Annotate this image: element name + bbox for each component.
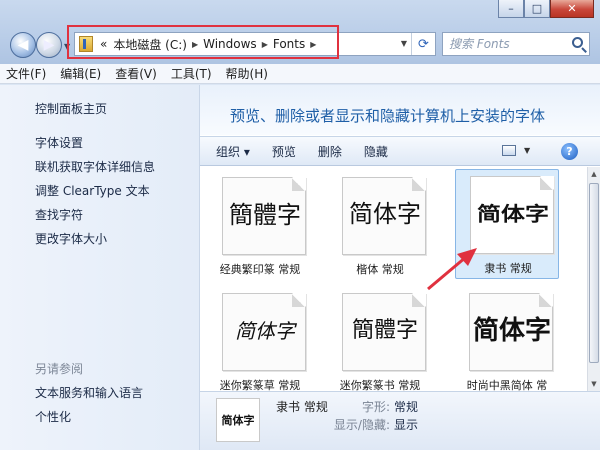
command-toolbar: 组织 ▾ 预览 删除 隐藏 ▼ ?: [200, 136, 600, 166]
style-label: 字形:: [361, 400, 390, 414]
font-document-icon: 簡體字: [222, 177, 306, 255]
font-name: 时尚中黑简体 常: [466, 379, 548, 391]
search-icon[interactable]: [572, 37, 583, 48]
menu-file[interactable]: 文件(F): [6, 65, 46, 82]
address-highlight-box: [67, 25, 339, 59]
refresh-icon: ⟳: [418, 36, 429, 52]
hide-button[interactable]: 隐藏: [364, 143, 388, 160]
font-document-icon: 簡體字: [342, 293, 426, 371]
delete-button[interactable]: 删除: [318, 143, 342, 160]
font-name: 迷你繁篆草 常规: [219, 379, 301, 391]
menu-bar: 文件(F) 编辑(E) 查看(V) 工具(T) 帮助(H): [0, 64, 600, 84]
sidebar-item-find-character[interactable]: 查找字符: [35, 206, 83, 223]
search-box[interactable]: [442, 32, 590, 56]
font-document-icon: 简体字: [469, 293, 553, 371]
preview-button[interactable]: 预览: [272, 143, 296, 160]
close-button[interactable]: ✕: [550, 0, 594, 18]
vertical-scrollbar[interactable]: ▲ ▼: [587, 167, 600, 391]
window-controls: – □ ✕: [498, 0, 594, 18]
selected-font-thumbnail: 简体字: [216, 398, 260, 442]
font-name: 隶书 常规: [484, 262, 532, 275]
sidebar-item-control-panel-home[interactable]: 控制面板主页: [35, 100, 107, 117]
search-input[interactable]: [449, 37, 567, 51]
font-sample: 简体字: [472, 316, 551, 346]
sidebar-item-font-info-online[interactable]: 联机获取字体详细信息: [35, 158, 155, 175]
arrow-right-icon: ▶: [43, 37, 55, 53]
sidebar: 控制面板主页 字体设置 联机获取字体详细信息 调整 ClearType 文本 查…: [0, 85, 200, 450]
font-document-icon: 简体字: [222, 293, 306, 371]
font-tile-selected[interactable]: 简体字 隶书 常规: [455, 169, 559, 279]
address-dropdown-icon[interactable]: ▼: [401, 39, 407, 48]
font-name: 楷体 常规: [356, 263, 404, 276]
main-pane: 预览、删除或者显示和隐藏计算机上安装的字体 组织 ▾ 预览 删除 隐藏 ▼ ? …: [200, 85, 600, 450]
page-title: 预览、删除或者显示和隐藏计算机上安装的字体: [230, 107, 546, 125]
sidebar-item-font-settings[interactable]: 字体设置: [35, 134, 83, 151]
view-options-dropdown-icon[interactable]: ▼: [524, 146, 530, 155]
back-button[interactable]: ◀: [10, 32, 36, 58]
sidebar-item-change-font-size[interactable]: 更改字体大小: [35, 230, 107, 247]
font-document-icon: 简体字: [470, 176, 554, 254]
menu-tools[interactable]: 工具(T): [171, 65, 212, 82]
font-sample: 簡體字: [351, 318, 418, 343]
font-tile[interactable]: 简体字 时尚中黑简体 常: [455, 287, 559, 391]
font-tile[interactable]: 簡體字 经典繁印篆 常规: [208, 171, 312, 281]
organize-button[interactable]: 组织 ▾: [216, 143, 250, 160]
thumbnail-sample: 简体字: [221, 414, 255, 427]
sidebar-item-personalization[interactable]: 个性化: [35, 408, 71, 425]
menu-help[interactable]: 帮助(H): [226, 65, 268, 82]
see-also-heading: 另请参阅: [35, 362, 84, 376]
sidebar-item-cleartype[interactable]: 调整 ClearType 文本: [35, 182, 150, 199]
font-tile[interactable]: 簡體字 迷你繁篆书 常规: [328, 287, 432, 391]
visibility-value: 显示: [394, 418, 419, 432]
style-value: 常规: [394, 400, 419, 414]
font-document-icon: 简体字: [342, 177, 426, 255]
font-sample: 简体字: [477, 202, 549, 226]
help-button[interactable]: ?: [561, 143, 578, 160]
font-name: 经典繁印篆 常规: [219, 263, 301, 276]
menu-edit[interactable]: 编辑(E): [60, 65, 101, 82]
arrow-left-icon: ◀: [17, 37, 29, 53]
font-grid: 簡體字 经典繁印篆 常规 简体字 楷体 常规 简体字 隶书 常规 简体字 迷你繁…: [200, 167, 587, 391]
scrollbar-thumb[interactable]: [589, 183, 599, 363]
change-view-icon[interactable]: [502, 145, 516, 156]
menu-view[interactable]: 查看(V): [115, 65, 157, 82]
forward-button[interactable]: ▶: [36, 32, 62, 58]
scroll-up-icon[interactable]: ▲: [588, 167, 600, 181]
minimize-button[interactable]: –: [498, 0, 524, 18]
details-pane: 简体字 隶书 常规 字形: 常规 显示/隐藏: 显示: [200, 391, 600, 450]
refresh-button[interactable]: ⟳: [411, 33, 435, 55]
scroll-down-icon[interactable]: ▼: [588, 377, 600, 391]
visibility-label: 显示/隐藏:: [333, 418, 390, 432]
sidebar-item-text-services[interactable]: 文本服务和输入语言: [35, 384, 143, 401]
maximize-button[interactable]: □: [524, 0, 550, 18]
font-sample: 簡體字: [229, 201, 301, 229]
font-name: 迷你繁篆书 常规: [339, 379, 421, 391]
font-tile[interactable]: 简体字 楷体 常规: [328, 171, 432, 281]
font-sample: 简体字: [235, 319, 295, 343]
font-tile[interactable]: 简体字 迷你繁篆草 常规: [208, 287, 312, 391]
main-banner: 预览、删除或者显示和隐藏计算机上安装的字体: [200, 85, 600, 135]
font-sample: 简体字: [349, 202, 421, 228]
